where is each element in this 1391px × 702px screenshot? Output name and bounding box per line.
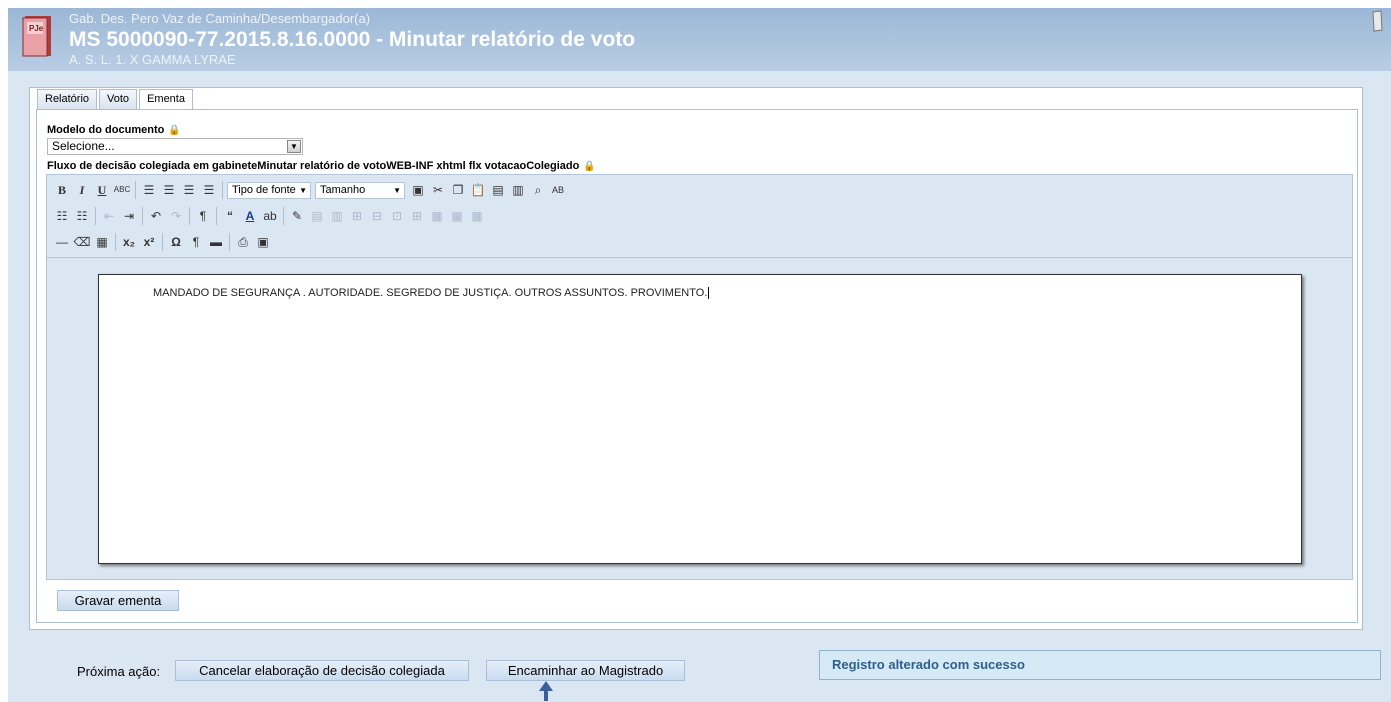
toolbar-separator [229,233,230,251]
chevron-down-icon[interactable]: ▼ [287,140,301,153]
table-props-icon[interactable]: ▦ [448,207,466,225]
table-col-icon[interactable]: ▥ [328,207,346,225]
special-char-icon[interactable]: Ω [167,233,185,251]
eraser-icon[interactable]: ⌫ [73,233,91,251]
tab-relatorio[interactable]: Relatório [37,89,98,109]
tab-bar: Relatório Voto Ementa [37,89,195,110]
background-color-icon[interactable]: ab [261,207,279,225]
outdent-icon[interactable]: ⇤ [100,207,118,225]
document-editing-area[interactable]: MANDADO DE SEGURANÇA . AUTORIDADE. SEGRE… [98,274,1302,564]
tab-ementa[interactable]: Ementa [139,89,193,110]
document-icon[interactable] [1371,10,1383,32]
redo-icon[interactable]: ↷ [167,207,185,225]
modelo-select-value: Selecione... [52,139,115,153]
horizontal-rule-icon[interactable]: — [53,233,71,251]
fullscreen-icon[interactable]: ▣ [254,233,272,251]
paste-icon[interactable]: 📋 [469,181,487,199]
copy-icon[interactable]: ❐ [449,181,467,199]
undo-icon[interactable]: ↶ [147,207,165,225]
bullet-list-icon[interactable]: ☷ [53,207,71,225]
chevron-down-icon: ▼ [299,185,307,195]
toolbar-separator [95,207,96,225]
align-right-icon[interactable]: ☰ [180,181,198,199]
blockquote-icon[interactable]: “ [221,207,239,225]
page-break-icon[interactable]: ▬ [207,233,225,251]
italic-icon[interactable]: I [73,181,91,199]
font-size-label: Tamanho [320,183,366,196]
fluxo-label: Fluxo de decisão colegiada em gabineteMi… [47,160,596,172]
save-ementa-button[interactable]: Gravar ementa [57,590,179,611]
forward-to-magistrate-button[interactable]: Encaminhar ao Magistrado [486,660,685,681]
show-blocks-icon[interactable]: ¶ [187,233,205,251]
toolbar-row-1: B I U ABC ☰ ☰ ☰ ☰ Tipo de fonte ▼ Tamanho… [53,179,569,201]
next-action-label: Próxima ação: [77,664,161,679]
pje-logo-icon: PJe [22,16,51,57]
tab-voto[interactable]: Voto [99,89,138,109]
print-icon[interactable]: ⎙ [234,233,252,251]
table-cell-icon[interactable]: ▦ [428,207,446,225]
indent-icon[interactable]: ⇥ [120,207,138,225]
paste-special-icon[interactable]: ▥ [509,181,527,199]
lock-icon: 🔒 [168,125,181,136]
toolbar-row-2: ☷ ☷ ⇤ ⇥ ↶ ↷ ¶ “ A ab ✎ ▤ ▥ ⊞ ⊟ ⊡ ⊞ ▦ ▦ ▦ [53,205,488,227]
table-grid-icon[interactable]: ▦ [468,207,486,225]
modelo-select[interactable]: Selecione... ▼ [47,138,303,155]
document-text[interactable]: MANDADO DE SEGURANÇA . AUTORIDADE. SEGRE… [153,287,710,300]
underline-icon[interactable]: U [93,181,111,199]
table-split-icon[interactable]: ⊞ [408,207,426,225]
align-left-icon[interactable]: ☰ [140,181,158,199]
align-center-icon[interactable]: ☰ [160,181,178,199]
replace-icon[interactable]: AB [549,181,567,199]
table-merge-icon[interactable]: ⊡ [388,207,406,225]
success-message: Registro alterado com sucesso [819,650,1381,680]
toolbar-separator [135,181,136,199]
toolbar-separator [283,207,284,225]
page-header: PJe Gab. Des. Pero Vaz de Caminha/Desemb… [8,8,1391,71]
svg-text:PJe: PJe [29,24,44,33]
header-subtitle: Gab. Des. Pero Vaz de Caminha/Desembarga… [69,11,371,26]
font-size-select[interactable]: Tamanho ▼ [315,181,405,199]
strikethrough-icon[interactable]: ABC [113,181,131,199]
toolbar-separator [216,207,217,225]
editor-toolbar: B I U ABC ☰ ☰ ☰ ☰ Tipo de fonte ▼ Tamanho… [47,175,1352,258]
toolbar-separator [115,233,116,251]
font-color-icon[interactable]: A [241,207,259,225]
paste-word-icon[interactable]: ▤ [489,181,507,199]
page-title: MS 5000090-77.2015.8.16.0000 - Minutar r… [69,28,636,51]
table-icon[interactable]: ▦ [93,233,111,251]
edit-icon[interactable]: ✎ [288,207,306,225]
modelo-label-text: Modelo do documento [47,124,165,136]
toolbar-separator [162,233,163,251]
toolbar-row-3: — ⌫ ▦ x₂ x² Ω ¶ ▬ ⎙ ▣ [53,231,274,253]
font-family-select[interactable]: Tipo de fonte ▼ [227,181,311,199]
rich-text-editor: B I U ABC ☰ ☰ ☰ ☰ Tipo de fonte ▼ Tamanho… [46,174,1353,580]
document-text-content: MANDADO DE SEGURANÇA . AUTORIDADE. SEGRE… [153,287,708,299]
fluxo-label-text: Fluxo de decisão colegiada em gabineteMi… [47,160,580,172]
bold-icon[interactable]: B [53,181,71,199]
cut-icon[interactable]: ✂ [429,181,447,199]
lock-icon: 🔒 [583,161,596,172]
header-party: A. S. L. 1. X GAMMA LYRAE [69,52,236,67]
text-caret [708,287,710,300]
subscript-icon[interactable]: x₂ [120,233,138,251]
chevron-down-icon: ▼ [393,185,401,195]
find-icon[interactable]: ⌕ [529,181,547,199]
align-justify-icon[interactable]: ☰ [200,181,218,199]
mouse-pointer-icon [539,681,553,701]
table-delete-icon[interactable]: ⊟ [368,207,386,225]
superscript-icon[interactable]: x² [140,233,158,251]
cancel-decision-button[interactable]: Cancelar elaboração de decisão colegiada [175,660,469,681]
table-insert-icon[interactable]: ⊞ [348,207,366,225]
numbered-list-icon[interactable]: ☷ [73,207,91,225]
paragraph-icon[interactable]: ¶ [194,207,212,225]
font-family-label: Tipo de fonte [232,183,296,196]
modelo-label: Modelo do documento 🔒 [47,124,181,136]
toolbar-separator [142,207,143,225]
toolbar-separator [222,181,223,199]
table-row-icon[interactable]: ▤ [308,207,326,225]
toolbar-separator [189,207,190,225]
paste-text-icon[interactable]: ▣ [409,181,427,199]
